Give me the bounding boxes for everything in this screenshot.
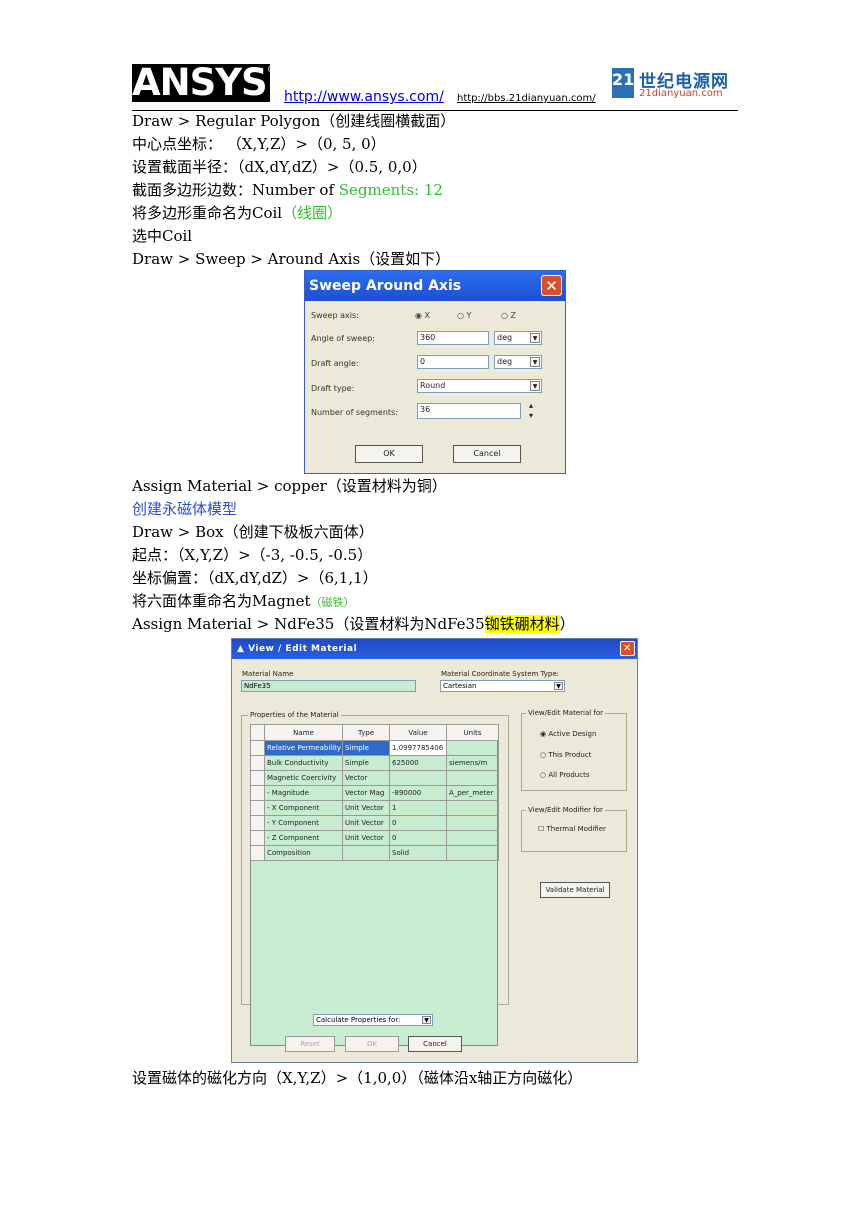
step-text: Draw > Box（创建下极板六面体） <box>132 523 374 541</box>
step-text: 选中Coil <box>132 227 193 245</box>
sweep-around-axis-dialog: Sweep Around Axis ✕ Sweep axis: ◉ X ○ Y … <box>304 270 566 474</box>
table-row[interactable]: - Y Component Unit Vector 0 <box>250 815 499 831</box>
ok-button[interactable]: OK <box>355 445 423 463</box>
chevron-down-icon: ▼ <box>530 333 540 343</box>
table-row[interactable]: - Z Component Unit Vector 0 <box>250 830 499 846</box>
ansys-link[interactable]: http://www.ansys.com/ <box>284 89 444 105</box>
table-row[interactable]: Magnetic Coercivity Vector <box>250 770 499 786</box>
ansys-logo: ANSYS® <box>132 61 276 104</box>
spin-up-icon[interactable]: ▴ <box>529 401 533 410</box>
all-products-radio[interactable]: ○ All Products <box>540 771 589 779</box>
this-product-radio[interactable]: ○ This Product <box>540 751 591 759</box>
dianyuan-link[interactable]: http://bbs.21dianyuan.com/ <box>457 93 596 104</box>
draft-angle-label: Draft angle: <box>311 359 359 368</box>
dialog-titlebar: Sweep Around Axis ✕ <box>305 271 565 301</box>
angle-input[interactable]: 360 <box>417 331 489 345</box>
step-text: 将多边形重命名为Coil（线圈） <box>132 204 343 222</box>
column-header[interactable]: Type <box>342 724 390 741</box>
sweep-axis-label: Sweep axis: <box>311 311 359 320</box>
step-text: 设置截面半径：（dX,dY,dZ）>（0.5, 0,0） <box>132 158 427 176</box>
coord-system-select[interactable]: Cartesian ▼ <box>440 680 565 692</box>
cancel-button[interactable]: Cancel <box>453 445 521 463</box>
step-text: 起点：（X,Y,Z）>（-3, -0.5, -0.5） <box>132 546 373 564</box>
segments-input[interactable]: 36 <box>417 403 521 419</box>
segments-label: Number of segments: <box>311 408 398 417</box>
21dianyuan-logo: 21 世纪电源网 21dianyuan.com <box>612 68 729 99</box>
angle-unit-select[interactable]: deg ▼ <box>494 331 542 345</box>
draft-unit-select[interactable]: deg ▼ <box>494 355 542 369</box>
table-row[interactable]: Relative Permeability Simple 1.099778540… <box>250 740 499 756</box>
step-text: 中心点坐标： （X,Y,Z）>（0, 5, 0） <box>132 135 386 153</box>
column-header[interactable]: Units <box>446 724 499 741</box>
close-icon[interactable]: ✕ <box>541 275 562 296</box>
chevron-down-icon: ▼ <box>530 357 540 367</box>
step-text: 设置磁体的磁化方向（X,Y,Z）>（1,0,0）（磁体沿x轴正方向磁化） <box>132 1069 583 1087</box>
view-edit-material-dialog: ▲ View / Edit Material ✕ Material Name N… <box>231 638 638 1063</box>
page-header: ANSYS® http://www.ansys.com/ http://bbs.… <box>132 62 738 111</box>
draft-type-label: Draft type: <box>311 384 355 393</box>
axis-y-radio[interactable]: ○ Y <box>457 311 471 320</box>
calculate-properties-select[interactable]: Calculate Properties for: ▼ <box>313 1014 433 1026</box>
properties-table: Name Type Value Units Relative Permeabil… <box>250 724 499 861</box>
step-text: Draw > Regular Polygon（创建线圈横截面） <box>132 112 456 130</box>
close-icon[interactable]: ✕ <box>620 641 635 656</box>
table-row[interactable]: Composition Solid <box>250 845 499 861</box>
material-name-label: Material Name <box>242 670 294 678</box>
draft-type-select[interactable]: Round ▼ <box>417 379 542 393</box>
table-row[interactable]: - Magnitude Vector Mag -890000 A_per_met… <box>250 785 499 801</box>
step-text: 截面多边形边数：Number of Segments: 12 <box>132 181 443 199</box>
step-text: Assign Material > NdFe35（设置材料为NdFe35铷铁硼材… <box>132 615 575 633</box>
view-edit-material-for-group: View/Edit Material for ◉ Active Design ○… <box>521 709 627 791</box>
axis-x-radio[interactable]: ◉ X <box>415 311 430 320</box>
step-text: Assign Material > copper（设置材料为铜） <box>132 477 447 495</box>
step-text: Draw > Sweep > Around Axis（设置如下） <box>132 250 451 268</box>
column-header[interactable]: Name <box>264 724 343 741</box>
step-text: 坐标偏置：（dX,dY,dZ）>（6,1,1） <box>132 569 378 587</box>
properties-grid: Name Type Value Units Relative Permeabil… <box>250 724 499 1046</box>
axis-z-radio[interactable]: ○ Z <box>501 311 516 320</box>
dialog-title: Sweep Around Axis <box>309 278 462 294</box>
angle-label: Angle of sweep: <box>311 334 375 343</box>
material-name-input[interactable]: NdFe35 <box>241 680 416 692</box>
validate-material-button[interactable]: Validate Material <box>540 882 610 898</box>
chevron-down-icon: ▼ <box>530 381 540 391</box>
draft-angle-input[interactable]: 0 <box>417 355 489 369</box>
table-row[interactable]: - X Component Unit Vector 1 <box>250 800 499 816</box>
active-design-radio[interactable]: ◉ Active Design <box>540 730 596 738</box>
step-text: 将六面体重命名为Magnet（磁铁） <box>132 592 355 610</box>
view-edit-modifier-group: View/Edit Modifier for ☐ Thermal Modifie… <box>521 806 627 852</box>
ok-button[interactable]: OK <box>345 1036 399 1052</box>
section-heading: 创建永磁体模型 <box>132 500 238 518</box>
chevron-down-icon: ▼ <box>422 1016 431 1024</box>
cancel-button[interactable]: Cancel <box>408 1036 462 1052</box>
coord-system-label: Material Coordinate System Type: <box>441 670 560 678</box>
spin-down-icon[interactable]: ▾ <box>529 411 533 420</box>
chevron-down-icon: ▼ <box>554 682 563 690</box>
thermal-modifier-checkbox[interactable]: ☐ Thermal Modifier <box>538 825 606 833</box>
reset-button[interactable]: Reset <box>285 1036 335 1052</box>
table-row[interactable]: Bulk Conductivity Simple 625000 siemens/… <box>250 755 499 771</box>
dialog-title: View / Edit Material <box>248 644 358 654</box>
app-icon: ▲ <box>237 644 245 654</box>
dialog-titlebar: ▲ View / Edit Material ✕ <box>232 639 637 659</box>
column-header[interactable]: Value <box>389 724 447 741</box>
